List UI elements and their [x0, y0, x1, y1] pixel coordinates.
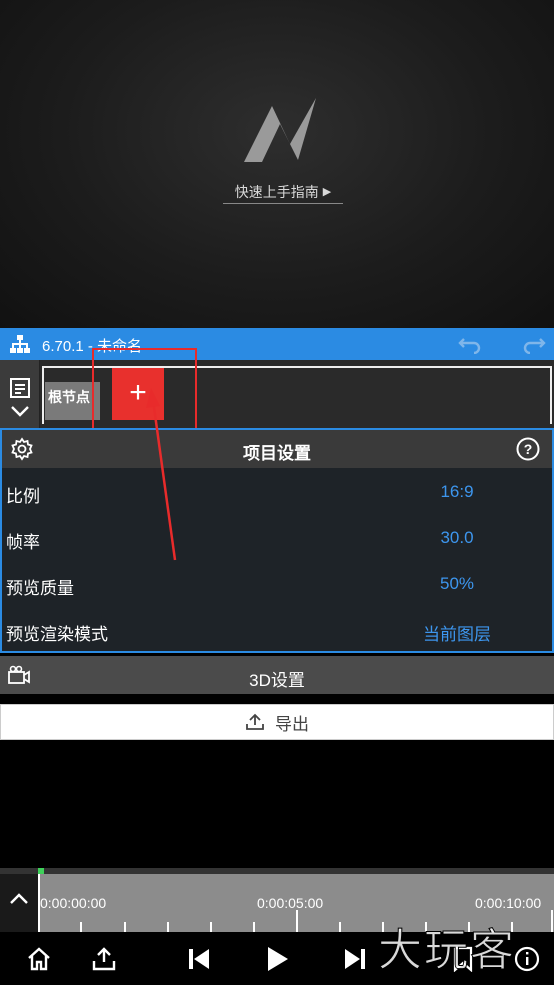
play-icon[interactable] — [264, 946, 290, 972]
3d-settings-bar[interactable]: 3D设置 — [0, 656, 554, 694]
video-preview[interactable]: 快速上手指南 ▶ — [0, 0, 554, 328]
list-icon — [10, 378, 30, 398]
skip-forward-icon[interactable] — [342, 946, 368, 972]
row-label: 帧率 — [6, 533, 40, 552]
ruler-tick — [38, 910, 40, 932]
skip-back-icon[interactable] — [186, 946, 212, 972]
layer-panel-toggle[interactable] — [0, 360, 40, 428]
3d-settings-label: 3D设置 — [249, 671, 305, 690]
row-label: 预览质量 — [6, 579, 74, 598]
row-value[interactable]: 16:9 — [402, 482, 512, 502]
title-bar: 6.70.1 - 未命名 — [0, 328, 554, 360]
guide-label: 快速上手指南 — [234, 183, 319, 200]
home-icon[interactable] — [26, 946, 52, 972]
ruler-tick — [167, 922, 169, 932]
ruler-tick — [124, 922, 126, 932]
upload-icon — [246, 713, 264, 730]
redo-icon[interactable] — [522, 334, 546, 354]
row-value[interactable]: 30.0 — [402, 528, 512, 548]
share-icon[interactable] — [91, 946, 117, 972]
project-settings-panel: 项目设置 ? 比例 16:9 帧率 30.0 预览质量 50% 预览渲染模式 当… — [0, 428, 554, 653]
n-logo-icon — [244, 98, 316, 162]
hierarchy-icon[interactable] — [9, 334, 31, 354]
ruler-tick — [253, 922, 255, 932]
timecode-label: 0:00:05:00 — [257, 895, 324, 911]
info-icon[interactable] — [514, 946, 540, 972]
watermark-text: 大玩客 — [378, 925, 516, 977]
row-label: 比例 — [6, 487, 40, 506]
chevron-up-icon — [10, 893, 28, 904]
settings-row-render-mode[interactable]: 预览渲染模式 当前图层 — [2, 608, 552, 654]
settings-title: 项目设置 — [243, 444, 311, 463]
undo-icon[interactable] — [458, 334, 482, 354]
play-triangle-icon: ▶ — [322, 186, 332, 198]
timecode-label: 0:00:00:00 — [40, 895, 107, 911]
help-icon[interactable]: ? — [516, 437, 540, 461]
svg-text:?: ? — [524, 441, 533, 457]
settings-row-ratio[interactable]: 比例 16:9 — [2, 470, 552, 516]
quick-start-guide-link[interactable]: 快速上手指南 ▶ — [223, 180, 343, 204]
settings-header: 项目设置 ? — [2, 430, 552, 468]
timecode-label: 0:00:10:00 — [475, 895, 542, 911]
row-value[interactable]: 50% — [402, 574, 512, 594]
export-button[interactable]: 导出 — [0, 704, 554, 740]
timeline-collapse-button[interactable] — [0, 874, 38, 932]
settings-row-framerate[interactable]: 帧率 30.0 — [2, 516, 552, 562]
export-label: 导出 — [275, 714, 309, 734]
row-label: 预览渲染模式 — [6, 625, 108, 644]
ruler-tick — [296, 910, 298, 932]
settings-row-preview-quality[interactable]: 预览质量 50% — [2, 562, 552, 608]
ruler-tick — [210, 922, 212, 932]
ruler-tick — [80, 922, 82, 932]
ruler-tick — [551, 910, 553, 932]
chevron-down-icon — [11, 406, 29, 417]
ruler-tick — [339, 922, 341, 932]
annotation-highlight-box — [92, 348, 197, 431]
row-value[interactable]: 当前图层 — [402, 620, 512, 645]
